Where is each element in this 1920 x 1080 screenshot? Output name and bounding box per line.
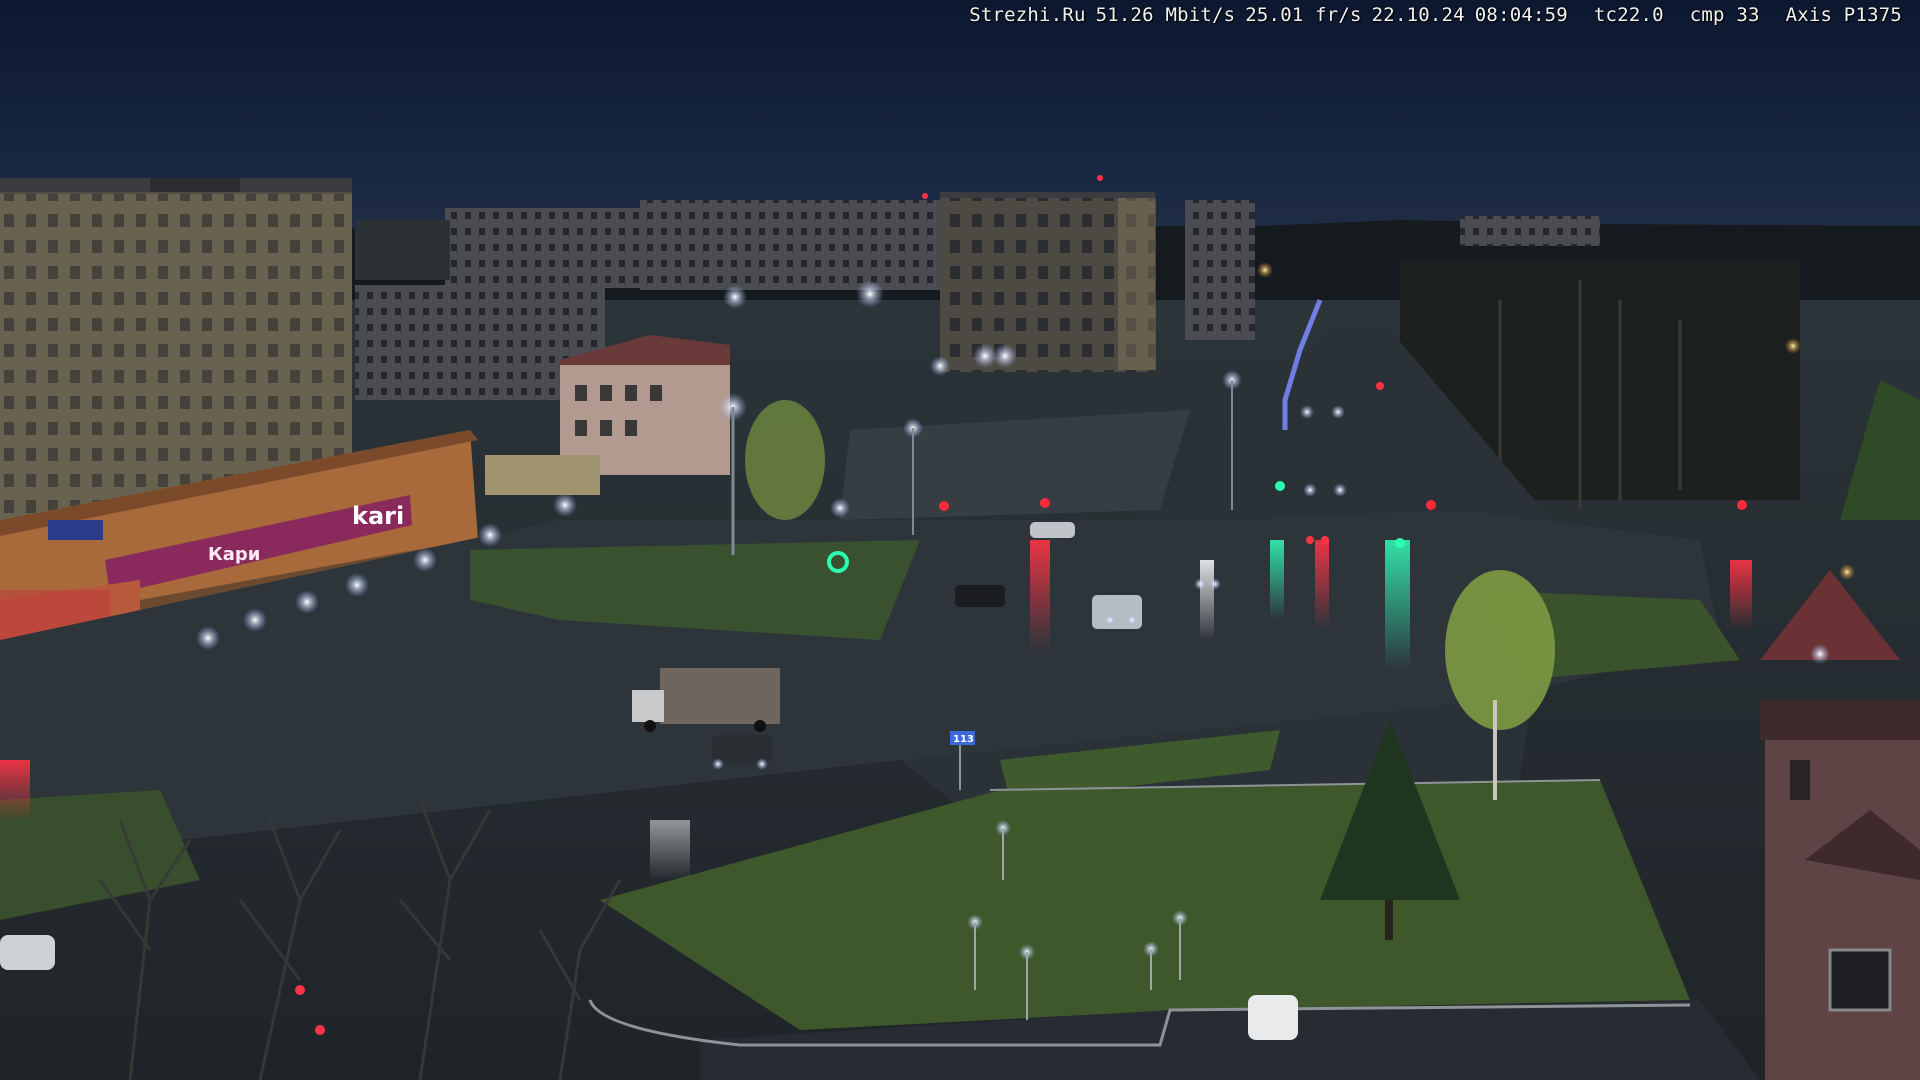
store-sign-left: Кари [208,544,260,565]
lot-car [1030,522,1075,538]
date: 22.10.24 [1371,4,1465,26]
webcam-frame: kari Кари 113 Strezhi.Ru 51.26 Mbit/s 25… [0,0,1920,1080]
small-tree [745,400,825,520]
tc-value: tc22.0 [1593,4,1664,26]
red-roof-house [560,335,730,475]
time: 08:04:59 [1474,4,1568,26]
dark-car [955,585,1005,607]
cmp-value: cmp 33 [1689,4,1760,26]
parked-white-car [1248,995,1298,1040]
left-edge-car [0,935,55,970]
bus-stop-number: 113 [953,734,974,745]
camera-model: Axis P1375 [1785,4,1902,26]
street-scene: kari Кари 113 [0,0,1920,1080]
site-name: Strezhi.Ru [969,4,1086,26]
framerate: 25.01 fr/s [1245,4,1362,26]
central-tower [922,175,1156,372]
store-sign-brand: kari [352,502,404,530]
bitrate: 51.26 Mbit/s [1095,4,1236,26]
camera-status-overlay: Strezhi.Ru 51.26 Mbit/s 25.01 fr/s 22.10.24… [969,4,1902,26]
kiosk [485,455,600,495]
